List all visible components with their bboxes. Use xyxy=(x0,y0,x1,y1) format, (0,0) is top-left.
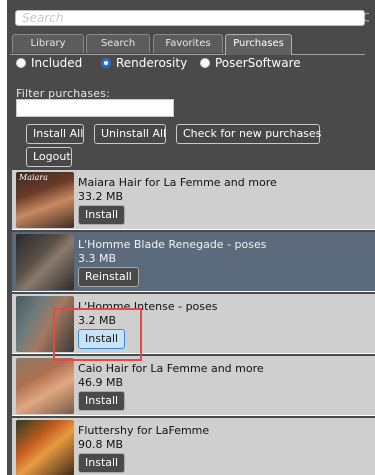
item-size: 90.8 MB xyxy=(78,438,124,451)
tab-bar: Library Search Favorites Purchases xyxy=(10,34,365,55)
thumbnail-logo-text: Maiara xyxy=(19,173,48,182)
radio-included[interactable]: Included xyxy=(16,55,82,71)
item-thumbnail xyxy=(16,358,74,414)
tab-favorites[interactable]: Favorites xyxy=(153,34,223,53)
radio-posersoftware[interactable]: PoserSoftware xyxy=(200,55,301,71)
list-item: Fluttershy for LaFemme 90.8 MB Install xyxy=(12,418,375,475)
radio-posersoftware-label: PoserSoftware xyxy=(215,56,301,70)
highlight-callout xyxy=(53,308,142,361)
logout-button[interactable]: Logout xyxy=(26,147,72,167)
item-title: Fluttershy for LaFemme xyxy=(78,424,210,437)
tab-library[interactable]: Library xyxy=(12,34,84,53)
install-button[interactable]: Install xyxy=(78,205,126,225)
search-icon[interactable]: ○ xyxy=(363,10,369,24)
item-thumbnail xyxy=(16,234,74,290)
install-button[interactable]: Install xyxy=(78,391,126,411)
item-title: L'Homme Blade Renegade - poses xyxy=(78,238,267,251)
install-button[interactable]: Install xyxy=(78,453,126,473)
item-size: 33.2 MB xyxy=(78,190,124,203)
item-thumbnail xyxy=(16,420,74,475)
item-size: 3.3 MB xyxy=(78,252,117,265)
item-title: Caio Hair for La Femme and more xyxy=(78,362,264,375)
list-item: L'Homme Blade Renegade - poses 3.3 MB Re… xyxy=(12,232,375,292)
tab-search[interactable]: Search xyxy=(86,34,150,53)
radio-renderosity[interactable]: Renderosity xyxy=(101,55,187,71)
item-thumbnail: Maiara xyxy=(16,172,74,228)
list-item: Maiara Maiara Hair for La Femme and more… xyxy=(12,170,375,230)
radio-posersoftware-indicator[interactable] xyxy=(200,58,210,68)
tab-purchases[interactable]: Purchases xyxy=(225,34,292,55)
radio-renderosity-label: Renderosity xyxy=(116,56,188,70)
reinstall-button[interactable]: Reinstall xyxy=(78,267,139,287)
item-title: Maiara Hair for La Femme and more xyxy=(78,176,277,189)
radio-included-label: Included xyxy=(31,56,83,70)
check-new-purchases-button[interactable]: Check for new purchases xyxy=(176,124,321,144)
filter-purchases-input[interactable] xyxy=(16,99,174,117)
uninstall-all-button[interactable]: Uninstall All xyxy=(94,124,166,144)
radio-renderosity-indicator[interactable] xyxy=(101,58,111,68)
search-input[interactable] xyxy=(15,10,365,26)
item-size: 46.9 MB xyxy=(78,376,124,389)
radio-included-indicator[interactable] xyxy=(16,58,26,68)
list-item: Caio Hair for La Femme and more 46.9 MB … xyxy=(12,356,375,416)
install-all-button[interactable]: Install All xyxy=(26,124,84,144)
search-bar: ○ xyxy=(7,8,369,30)
